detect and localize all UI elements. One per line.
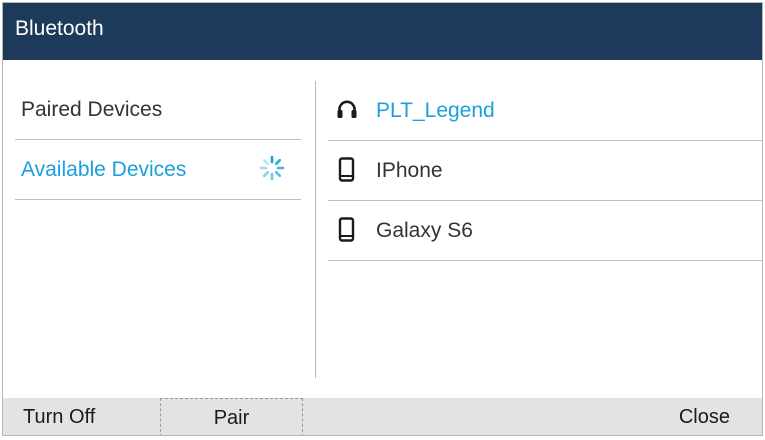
device-row[interactable]: Galaxy S6 <box>328 201 762 261</box>
turn-off-softkey[interactable]: Turn Off <box>23 398 133 435</box>
device-name: PLT_Legend <box>376 99 495 122</box>
headset-icon <box>337 100 357 118</box>
phone-icon <box>338 217 355 242</box>
device-row[interactable]: PLT_Legend <box>328 81 762 141</box>
softkey-bar: Turn Off Pair Close <box>3 398 762 435</box>
menu-item-available-devices[interactable]: Available Devices <box>15 140 301 200</box>
menu-item-label: Paired Devices <box>21 98 163 121</box>
phone-icon <box>338 157 355 182</box>
device-name: IPhone <box>376 159 443 182</box>
menu-item-label: Available Devices <box>21 158 187 181</box>
title-bar: Bluetooth <box>3 3 762 60</box>
close-softkey[interactable]: Close <box>630 398 730 435</box>
pair-softkey[interactable]: Pair <box>160 398 303 435</box>
softkey-label: Pair <box>213 406 250 429</box>
left-menu: Paired Devices Available Devices <box>3 60 313 378</box>
bluetooth-screen: Bluetooth Paired Devices Available Devic… <box>2 2 763 436</box>
page-title: Bluetooth <box>15 17 104 40</box>
pane-divider <box>315 81 316 378</box>
softkey-label: Close <box>678 406 730 428</box>
menu-item-paired-devices[interactable]: Paired Devices <box>15 80 301 140</box>
softkey-label: Turn Off <box>23 406 96 428</box>
device-row[interactable]: IPhone <box>328 141 762 201</box>
device-name: Galaxy S6 <box>376 219 473 242</box>
loading-spinner-icon <box>259 155 285 181</box>
